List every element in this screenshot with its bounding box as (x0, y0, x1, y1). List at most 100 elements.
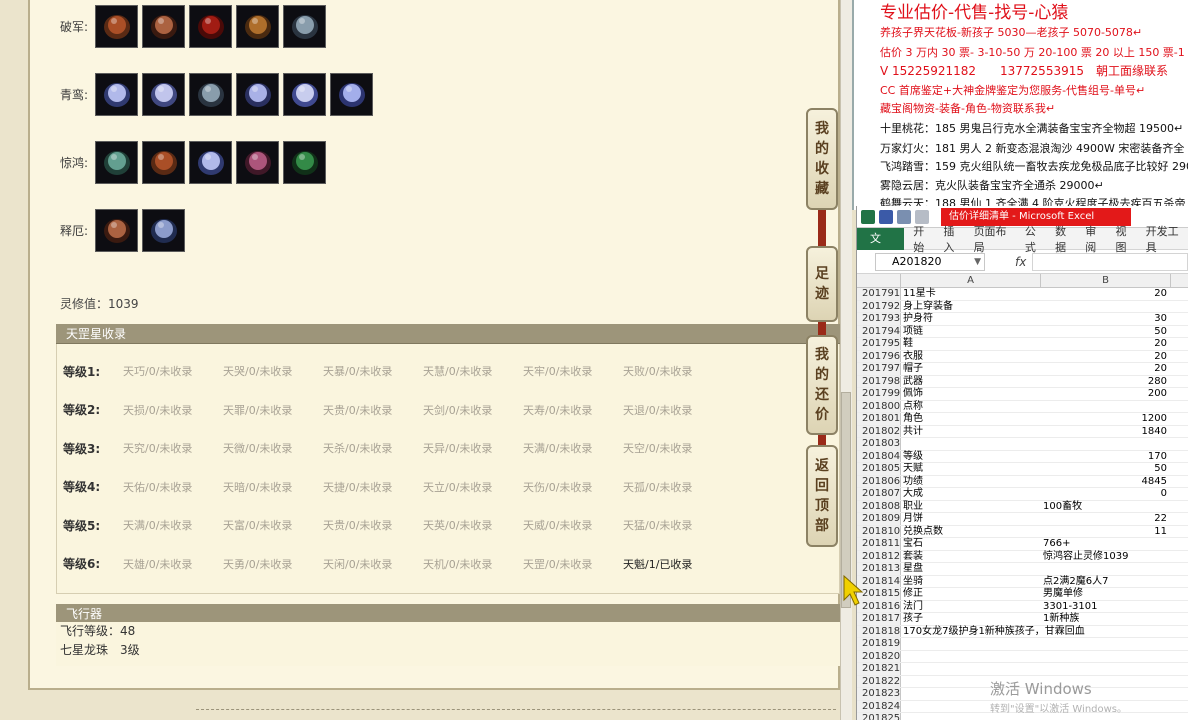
row-number[interactable]: 201823 (857, 688, 901, 700)
redo-icon[interactable] (915, 209, 929, 224)
ribbon-tab[interactable]: 插入 (943, 223, 964, 255)
spreadsheet-row[interactable]: 201810 兑换点数 11 (857, 525, 1188, 538)
ribbon-tab[interactable]: 开始 (913, 223, 934, 255)
row-number[interactable]: 201804 (857, 450, 901, 462)
cell-b[interactable]: 点2满2魔6人7 (1041, 576, 1171, 588)
cell-a[interactable]: 帽子 (901, 363, 1041, 375)
spreadsheet-row[interactable]: 201817 孩子 1新种族 (857, 613, 1188, 626)
cell-b[interactable] (1041, 626, 1171, 638)
row-number[interactable]: 201799 (857, 388, 901, 400)
spreadsheet-row[interactable]: 201794 项链 50 (857, 325, 1188, 338)
row-number[interactable]: 201824 (857, 700, 901, 712)
cell-b[interactable]: 惊鸿容止灵修1039 (1041, 551, 1171, 563)
cell-a[interactable]: 170女龙7级护身1新种族孩子，甘霖回血 (901, 626, 1085, 638)
spreadsheet-row[interactable]: 201805 天赋 50 (857, 463, 1188, 476)
spreadsheet-row[interactable]: 201798 武器 280 (857, 375, 1188, 388)
cell-b[interactable]: 50 (1041, 326, 1171, 338)
cell-b[interactable]: 1新种族 (1041, 613, 1171, 625)
equipment-slot[interactable] (95, 208, 138, 252)
cell-a[interactable]: 佩饰 (901, 388, 1041, 400)
spreadsheet-row[interactable]: 201816 法门 3301-3101 (857, 600, 1188, 613)
cell-b[interactable]: 1840 (1041, 426, 1171, 438)
spreadsheet-row[interactable]: 201799 佩饰 200 (857, 388, 1188, 401)
cell-a[interactable] (901, 438, 1041, 450)
cell-b[interactable] (1041, 301, 1171, 313)
spreadsheet-grid[interactable]: 201791 11星卡 20 201792 身上穿装备 201793 护身符 30 201794… (857, 288, 1188, 720)
undo-icon[interactable] (897, 209, 911, 224)
row-number[interactable]: 201806 (857, 475, 901, 487)
spreadsheet-row[interactable]: 201811 宝石 766+ (857, 538, 1188, 551)
cell-a[interactable] (901, 663, 1041, 675)
vertical-scrollbar[interactable] (840, 0, 852, 720)
row-number[interactable]: 201796 (857, 350, 901, 362)
cell-a[interactable]: 宝石 (901, 538, 1041, 550)
cell-b[interactable] (1041, 401, 1171, 413)
row-number[interactable]: 201791 (857, 288, 901, 300)
cell-a[interactable]: 大成 (901, 488, 1041, 500)
equipment-slot[interactable] (142, 140, 185, 184)
spreadsheet-row[interactable]: 201821 (857, 663, 1188, 676)
cell-b[interactable]: 22 (1041, 513, 1171, 525)
my-favorites-button[interactable]: 我的收藏 (806, 108, 838, 210)
row-number[interactable]: 201807 (857, 488, 901, 500)
ribbon-tab[interactable]: 视图 (1115, 223, 1136, 255)
row-number[interactable]: 201818 (857, 625, 901, 637)
row-number[interactable]: 201808 (857, 500, 901, 512)
my-offers-button[interactable]: 我的还价 (806, 335, 838, 435)
cell-a[interactable]: 衣服 (901, 351, 1041, 363)
cell-b[interactable]: 3301-3101 (1041, 601, 1171, 613)
cell-a[interactable]: 套装 (901, 551, 1041, 563)
cell-b[interactable] (1041, 638, 1171, 650)
spreadsheet-row[interactable]: 201809 月饼 22 (857, 513, 1188, 526)
save-icon[interactable] (879, 209, 893, 224)
row-number[interactable]: 201809 (857, 513, 901, 525)
cell-a[interactable]: 身上穿装备 (901, 301, 1041, 313)
equipment-slot[interactable] (330, 72, 373, 116)
row-number[interactable]: 201812 (857, 550, 901, 562)
row-number[interactable]: 201794 (857, 325, 901, 337)
spreadsheet-row[interactable]: 201791 11星卡 20 (857, 288, 1188, 301)
cell-b[interactable]: 4845 (1041, 476, 1171, 488)
row-number[interactable]: 201810 (857, 525, 901, 537)
cell-a[interactable]: 孩子 (901, 613, 1041, 625)
equipment-slot[interactable] (189, 4, 232, 48)
back-to-top-button[interactable]: 返回顶部 (806, 445, 838, 547)
spreadsheet-row[interactable]: 201812 套装 惊鸿容止灵修1039 (857, 550, 1188, 563)
cell-a[interactable] (901, 638, 1041, 650)
select-all-corner[interactable] (857, 274, 901, 287)
row-number[interactable]: 201802 (857, 425, 901, 437)
cell-b[interactable]: 20 (1041, 338, 1171, 350)
row-number[interactable]: 201819 (857, 638, 901, 650)
spreadsheet-row[interactable]: 201802 共计 1840 (857, 425, 1188, 438)
equipment-slot[interactable] (189, 72, 232, 116)
cell-b[interactable]: 20 (1041, 363, 1171, 375)
cell-a[interactable]: 职业 (901, 501, 1041, 513)
row-number[interactable]: 201805 (857, 463, 901, 475)
cell-a[interactable]: 月饼 (901, 513, 1041, 525)
row-number[interactable]: 201792 (857, 300, 901, 312)
column-a-header[interactable]: A (901, 274, 1041, 287)
cell-a[interactable]: 星盘 (901, 563, 1041, 575)
equipment-slot[interactable] (189, 140, 232, 184)
chevron-down-icon[interactable]: ▼ (974, 254, 981, 270)
cell-a[interactable] (901, 651, 1041, 663)
equipment-slot[interactable] (236, 140, 279, 184)
spreadsheet-row[interactable]: 201800 点称 (857, 400, 1188, 413)
cell-a[interactable]: 点称 (901, 401, 1041, 413)
spreadsheet-row[interactable]: 201808 职业 100畜牧 (857, 500, 1188, 513)
row-number[interactable]: 201795 (857, 338, 901, 350)
row-number[interactable]: 201800 (857, 400, 901, 412)
row-number[interactable]: 201822 (857, 675, 901, 687)
spreadsheet-row[interactable]: 201797 帽子 20 (857, 363, 1188, 376)
spreadsheet-row[interactable]: 201796 衣服 20 (857, 350, 1188, 363)
cell-b[interactable]: 50 (1041, 463, 1171, 475)
spreadsheet-row[interactable]: 201815 修正 男魔单修 (857, 588, 1188, 601)
cell-a[interactable]: 等级 (901, 451, 1041, 463)
spreadsheet-row[interactable]: 201792 身上穿装备 (857, 300, 1188, 313)
name-box[interactable]: A201820 ▼ (875, 252, 985, 271)
cell-a[interactable]: 项链 (901, 326, 1041, 338)
cell-a[interactable]: 共计 (901, 426, 1041, 438)
cell-a[interactable]: 坐骑 (901, 576, 1041, 588)
spreadsheet-row[interactable]: 201807 大成 0 (857, 488, 1188, 501)
cell-b[interactable]: 766+ (1041, 538, 1171, 550)
